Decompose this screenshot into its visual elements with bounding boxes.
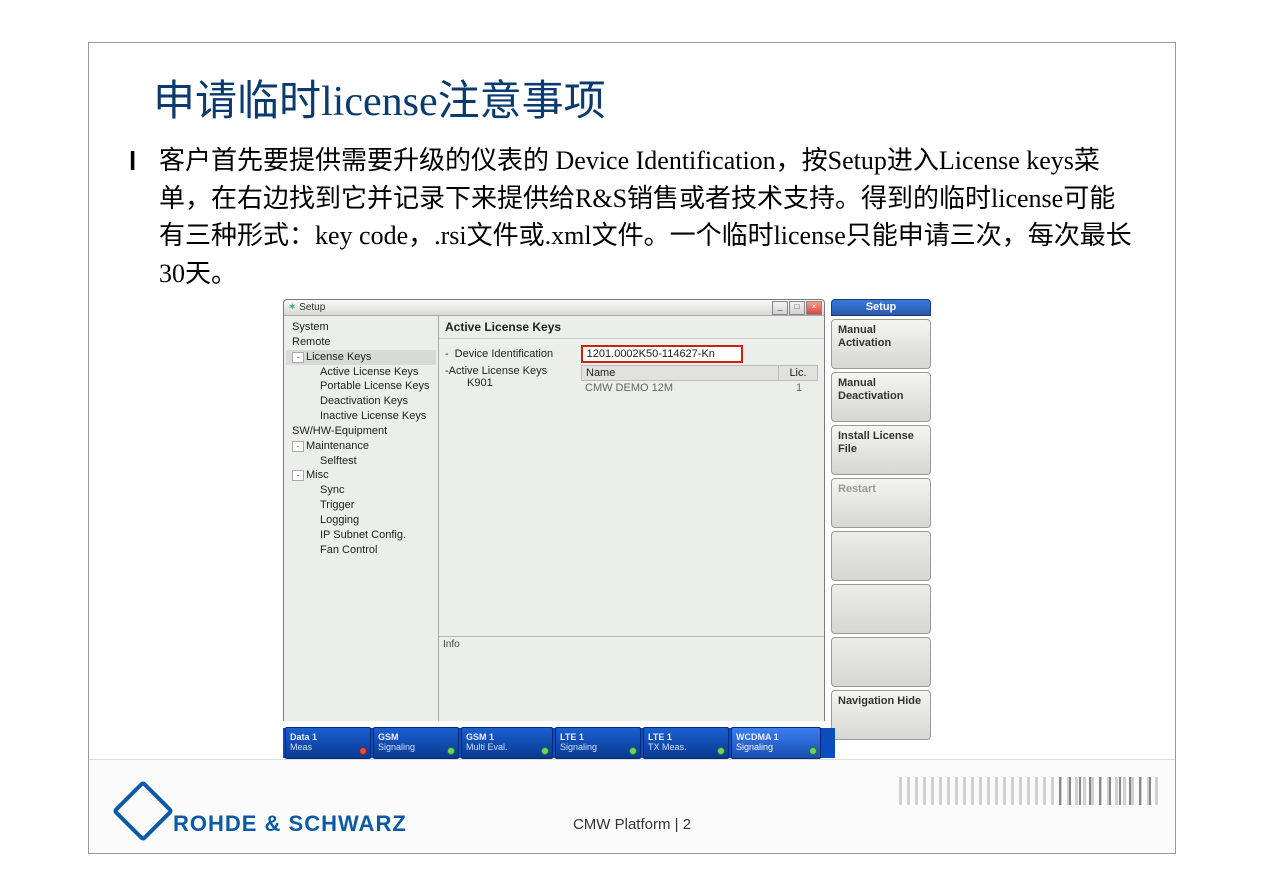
footer-stripes-icon xyxy=(1059,777,1159,805)
tree-remote[interactable]: Remote xyxy=(286,335,436,350)
task-gsm-signaling[interactable]: GSMSignaling xyxy=(373,727,459,759)
setup-tree[interactable]: System Remote -License Keys Active Licen… xyxy=(284,316,439,721)
softkey-empty xyxy=(831,531,931,581)
tree-deactivation-keys[interactable]: Deactivation Keys xyxy=(286,394,436,409)
maximize-icon[interactable]: □ xyxy=(789,301,805,315)
status-dot-icon xyxy=(541,747,549,755)
status-dot-icon xyxy=(447,747,455,755)
tree-ip-subnet[interactable]: IP Subnet Config. xyxy=(286,528,436,543)
tree-trigger[interactable]: Trigger xyxy=(286,498,436,513)
tree-sync[interactable]: Sync xyxy=(286,483,436,498)
minimize-icon[interactable]: _ xyxy=(772,301,788,315)
slide-body-text: 客户首先要提供需要升级的仪表的 Device Identification，按S… xyxy=(159,142,1135,293)
table-row[interactable]: CMW DEMO 12M 1 xyxy=(581,381,818,395)
setup-titlebar[interactable]: ✶ Setup _ □ × xyxy=(284,300,824,316)
col-lic: Lic. xyxy=(779,366,817,380)
task-gsm1-multieval[interactable]: GSM 1Multi Eval. xyxy=(461,727,553,759)
softkey-install-license-file[interactable]: Install License File xyxy=(831,425,931,475)
tree-portable-license-keys[interactable]: Portable License Keys xyxy=(286,379,436,394)
setup-title: Setup xyxy=(299,302,325,313)
alk-child[interactable]: K901 xyxy=(445,377,575,389)
tree-license-keys[interactable]: -License Keys xyxy=(286,350,436,365)
softkey-manual-activation[interactable]: Manual Activation xyxy=(831,319,931,369)
alk-label[interactable]: Active License Keys xyxy=(449,365,547,377)
brand-logo: ROHDE & SCHWARZ xyxy=(121,793,407,837)
cell-name: CMW DEMO 12M xyxy=(581,381,780,395)
page-number: CMW Platform | 2 xyxy=(573,816,691,833)
status-dot-icon xyxy=(809,747,817,755)
slide-footer: ROHDE & SCHWARZ CMW Platform | 2 xyxy=(89,759,1175,853)
logo-diamond-icon xyxy=(112,780,174,842)
close-icon[interactable]: × xyxy=(806,301,822,315)
tree-maintenance[interactable]: -Maintenance xyxy=(286,439,436,454)
tree-logging[interactable]: Logging xyxy=(286,513,436,528)
expand-icon[interactable]: - xyxy=(292,352,304,363)
task-wcdma1-signaling[interactable]: WCDMA 1Signaling xyxy=(731,727,821,759)
tree-misc[interactable]: -Misc xyxy=(286,468,436,483)
tree-inactive-license-keys[interactable]: Inactive License Keys xyxy=(286,409,436,424)
details-pane: Active License Keys - Device Identificat… xyxy=(439,316,824,721)
tree-system[interactable]: System xyxy=(286,320,436,335)
softkey-restart[interactable]: Restart xyxy=(831,478,931,528)
tree-active-license-keys[interactable]: Active License Keys xyxy=(286,365,436,380)
tree-selftest[interactable]: Selftest xyxy=(286,454,436,469)
setup-window: ✶ Setup _ □ × System Remote -License Key… xyxy=(283,299,825,721)
taskbar: Data 1Meas GSMSignaling GSM 1Multi Eval.… xyxy=(283,728,835,758)
brand-text: ROHDE & SCHWARZ xyxy=(173,811,407,837)
softkey-empty xyxy=(831,584,931,634)
device-id-label: Device Identification xyxy=(455,348,575,360)
tree-fan-control[interactable]: Fan Control xyxy=(286,543,436,558)
device-id-value[interactable]: 1201.0002K50-114627-Kn xyxy=(581,345,743,363)
softkey-column: Setup Manual Activation Manual Deactivat… xyxy=(831,299,931,740)
status-dot-icon xyxy=(717,747,725,755)
slide-body-row: l 客户首先要提供需要升级的仪表的 Device Identification，… xyxy=(129,142,1135,293)
license-table-header: Name Lic. xyxy=(581,365,818,381)
softkey-manual-deactivation[interactable]: Manual Deactivation xyxy=(831,372,931,422)
pane-title: Active License Keys xyxy=(439,316,824,338)
status-dot-icon xyxy=(359,747,367,755)
col-name: Name xyxy=(582,366,779,380)
slide-frame: 申请临时license注意事项 l 客户首先要提供需要升级的仪表的 Device… xyxy=(88,42,1176,854)
cell-lic: 1 xyxy=(780,381,818,395)
task-lte1-signaling[interactable]: LTE 1Signaling xyxy=(555,727,641,759)
bullet-icon: l xyxy=(129,146,149,293)
expand-icon[interactable]: - xyxy=(445,348,449,360)
expand-icon[interactable]: - xyxy=(292,441,304,452)
expand-icon[interactable]: - xyxy=(292,470,304,481)
status-dot-icon xyxy=(629,747,637,755)
softkey-empty xyxy=(831,637,931,687)
tree-sw-hw-equipment[interactable]: SW/HW-Equipment xyxy=(286,424,436,439)
embedded-screenshot: ✶ Setup _ □ × System Remote -License Key… xyxy=(283,299,938,799)
softkey-navigation-hide[interactable]: Navigation Hide xyxy=(831,690,931,740)
softkey-header: Setup xyxy=(831,299,931,316)
info-bar: Info xyxy=(439,636,824,721)
task-lte1-txmeas[interactable]: LTE 1TX Meas. xyxy=(643,727,729,759)
task-data1-meas[interactable]: Data 1Meas xyxy=(285,727,371,759)
slide-title: 申请临时license注意事项 xyxy=(153,67,1175,128)
